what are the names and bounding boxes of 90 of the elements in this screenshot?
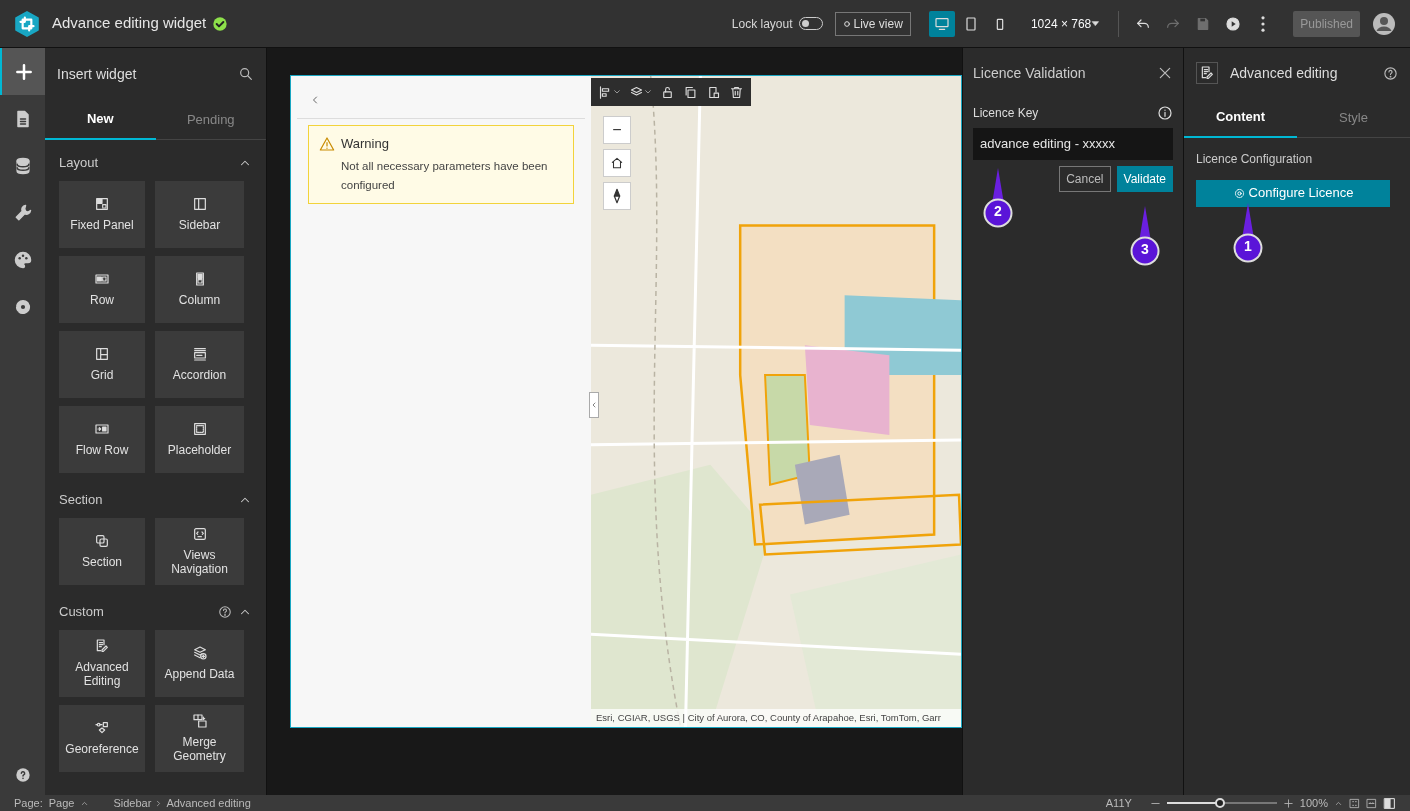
help-icon[interactable] [14, 767, 31, 783]
zoom-value: 100% [1299, 795, 1328, 811]
section-heading: Layout [59, 154, 100, 173]
circle-icon [842, 19, 851, 28]
button[interactable]: Cancel [1059, 165, 1111, 192]
app-title: Advance editing widget [52, 13, 207, 34]
row-icon [94, 271, 110, 287]
caret-icon [644, 88, 652, 96]
close-icon[interactable] [1157, 65, 1173, 81]
panel-toggle-icon[interactable] [1383, 796, 1396, 810]
help-icon[interactable] [218, 605, 232, 619]
widget-tile[interactable]: Grid [59, 330, 145, 398]
section-heading: Section [59, 491, 104, 510]
desktop-view-button[interactable] [928, 10, 955, 37]
widget-tile[interactable]: Georeference [59, 704, 145, 772]
widget-tile[interactable]: Placeholder [155, 405, 244, 473]
tab[interactable]: Style [1297, 98, 1410, 138]
chevron-left-icon [590, 400, 598, 409]
warning-message: Not all necessary parameters have been configured [340, 158, 549, 193]
configure-licence-button[interactable]: Configure Licence [1196, 179, 1390, 207]
tab[interactable]: New [45, 100, 156, 140]
page-label: Page: [14, 795, 43, 811]
home-button[interactable] [603, 149, 631, 177]
avatar-icon[interactable] [1372, 11, 1396, 36]
tab[interactable]: Pending [155, 100, 266, 140]
compass-button[interactable] [603, 182, 631, 210]
warning-icon [319, 135, 335, 152]
a11y-button[interactable]: A11Y [1105, 794, 1132, 811]
plus-button[interactable] [0, 48, 45, 95]
panel-title: Licence Validation [973, 63, 1087, 83]
help-icon[interactable] [1383, 65, 1398, 81]
section-heading: Licence Configuration [1195, 150, 1314, 168]
breadcrumb-item[interactable]: Sidebar [113, 794, 152, 811]
fixed-panel-icon [94, 196, 110, 212]
search-icon[interactable] [238, 66, 254, 82]
views-icon [191, 526, 208, 542]
licence-key-field[interactable]: advance editing - xxxxx [973, 128, 1173, 160]
widget-tile[interactable]: Section [59, 517, 145, 585]
info-icon[interactable] [1157, 105, 1173, 121]
resolution-dropdown[interactable]: 1024 × 768 [1024, 13, 1107, 34]
trash-icon [729, 84, 744, 100]
live-view-button[interactable]: Live view [834, 11, 911, 36]
layers-plus-icon [191, 645, 208, 661]
widget-tile[interactable]: Flow Row [59, 405, 145, 473]
home-icon [610, 156, 624, 170]
lock-layout-label: Lock layout [731, 15, 793, 33]
flow-row-icon [94, 421, 110, 437]
plus-icon [13, 61, 34, 82]
field-label: Licence Key [973, 105, 1040, 122]
widget-tile[interactable]: Row [59, 255, 145, 323]
widget-tile[interactable]: Sidebar [155, 180, 244, 248]
edit-icon [94, 638, 110, 654]
merge-icon [191, 713, 208, 729]
sidebar-icon [191, 196, 208, 212]
plus-icon[interactable] [1282, 797, 1294, 809]
section-heading: Custom [59, 603, 105, 622]
monitor-icon [933, 15, 950, 32]
widget-tile[interactable]: Advanced Editing [59, 629, 145, 697]
edit-icon [1196, 62, 1218, 84]
breadcrumb-item[interactable]: Advanced editing [166, 794, 251, 811]
placeholder-icon [191, 421, 208, 437]
panel-title: Insert widget [57, 64, 138, 84]
caret-icon [1091, 18, 1101, 28]
widget-tile[interactable]: Merge Geometry [155, 704, 244, 772]
paste-icon [706, 84, 721, 100]
widget-tile[interactable]: Column [155, 255, 244, 323]
tab[interactable]: Content [1184, 98, 1297, 138]
fit-icon[interactable] [1349, 797, 1360, 809]
section-icon [94, 533, 110, 549]
palette-icon [12, 249, 33, 270]
zoom-out-button[interactable]: − [603, 116, 631, 144]
more-icon [1261, 15, 1266, 32]
widget-tile[interactable]: Views Navigation [155, 517, 244, 585]
grid-icon [94, 346, 110, 362]
play-icon [1225, 15, 1242, 32]
logo-icon [14, 10, 40, 37]
unlock-icon [660, 84, 675, 100]
collapse-handle[interactable] [589, 392, 599, 418]
copy-icon [683, 84, 698, 100]
widget-tile[interactable]: Fixed Panel [59, 180, 145, 248]
caret-icon [613, 88, 621, 96]
button[interactable]: Validate [1116, 165, 1173, 192]
widget-tile[interactable]: Append Data [155, 629, 244, 697]
page-dropdown[interactable]: Page [48, 794, 75, 811]
widget-tile[interactable]: Accordion [155, 330, 244, 398]
warning-title: Warning [341, 135, 389, 153]
georeference-icon [94, 720, 110, 736]
panel-title: Advanced editing [1230, 63, 1339, 83]
accordion-icon [191, 346, 208, 362]
expand-icon[interactable] [1366, 797, 1377, 809]
